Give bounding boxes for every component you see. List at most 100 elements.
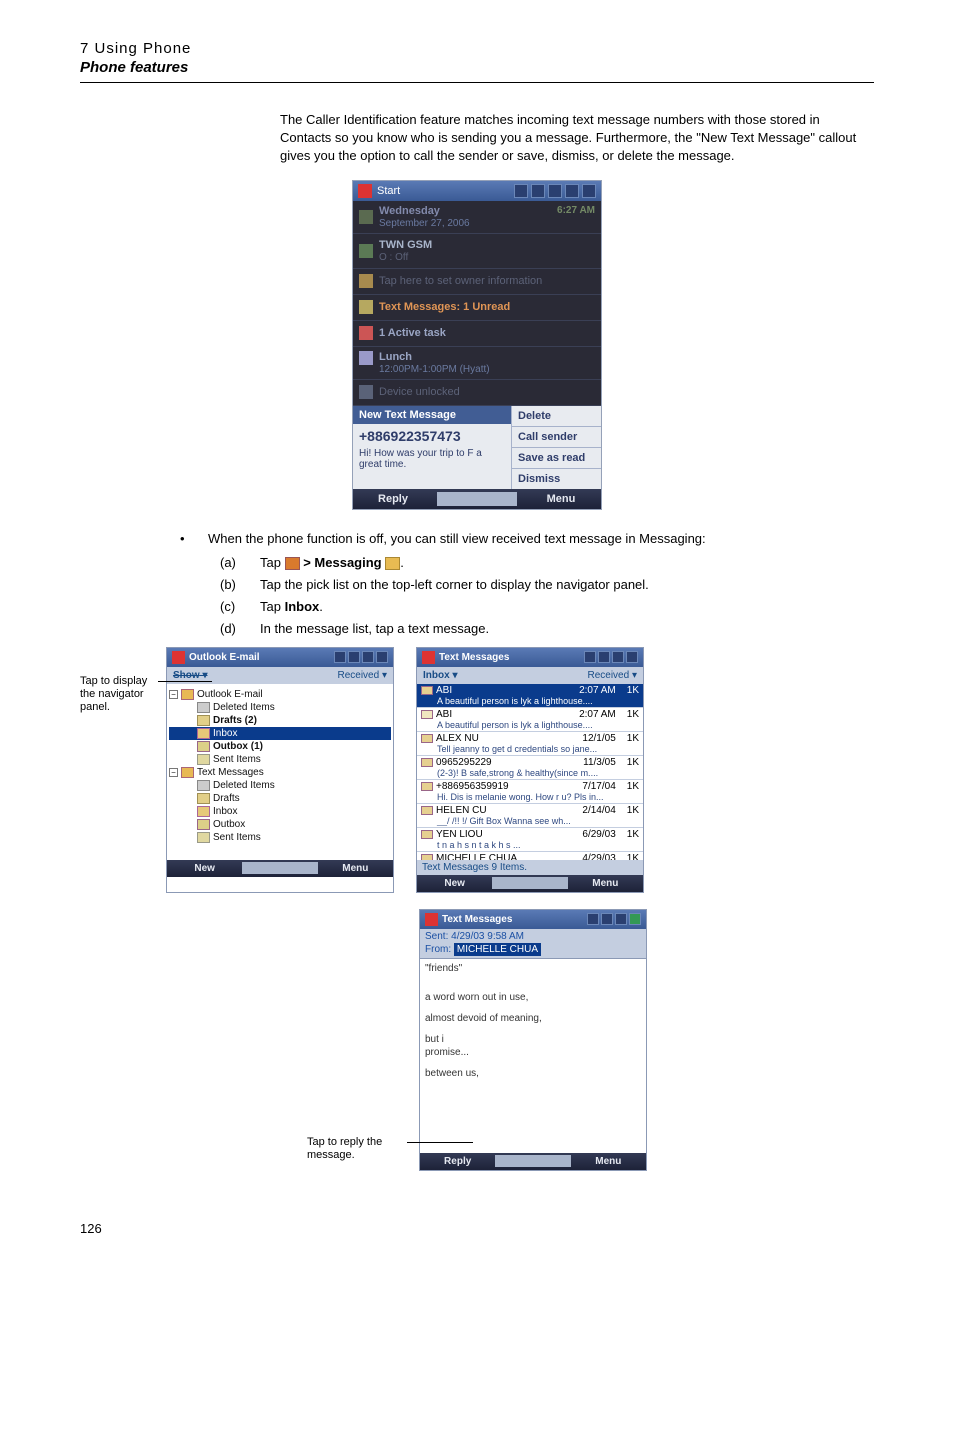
section-heading: 7 Using Phone: [80, 40, 874, 57]
step-a-body: Tap > Messaging .: [260, 554, 874, 572]
bullet-text: When the phone function is off, you can …: [208, 530, 874, 548]
tree-inbox2[interactable]: Inbox: [213, 806, 237, 817]
new-softkey[interactable]: New: [417, 875, 492, 892]
from-link[interactable]: MICHELLE CHUA: [454, 943, 541, 956]
close-icon: [376, 651, 388, 663]
msg-size: 1K: [627, 685, 639, 696]
task-icon: [359, 326, 373, 340]
message-list: ABI2:07 AM1KA beautiful person is lyk a …: [417, 684, 643, 860]
unread-link[interactable]: Text Messages: 1 Unread: [379, 301, 510, 313]
message-icon: [359, 300, 373, 314]
save-as-read-button[interactable]: Save as read: [512, 448, 601, 469]
date-label: September 27, 2006: [379, 218, 470, 229]
envelope-icon: [421, 734, 433, 743]
menu-softkey[interactable]: Menu: [521, 489, 601, 509]
message-item[interactable]: MICHELLE CHUA4/29/031K"friends" a word w…: [417, 852, 643, 860]
msg-preview: Tell jeanny to get d credentials so jane…: [421, 744, 639, 754]
call-sender-button[interactable]: Call sender: [512, 427, 601, 448]
msg-from: ABI: [436, 709, 576, 720]
message-body: "friends" a word worn out in use, almost…: [420, 959, 646, 1153]
section-subtitle: Phone features: [80, 59, 874, 76]
callout-title: New Text Message: [353, 406, 511, 424]
message-item[interactable]: 096529522911/3/051K(2-3)! B safe,strong …: [417, 756, 643, 780]
msg-date: 12/1/05: [582, 733, 615, 744]
message-item[interactable]: ABI2:07 AM1KA beautiful person is lyk a …: [417, 708, 643, 732]
msg-date: 2:07 AM: [579, 709, 616, 720]
task-link[interactable]: 1 Active task: [379, 327, 446, 339]
ok-icon[interactable]: [629, 913, 641, 925]
message-item[interactable]: HELEN CU2/14/041K__/ /!! !/ Gift Box Wan…: [417, 804, 643, 828]
inbox-icon: [197, 806, 210, 817]
msg-size: 1K: [627, 781, 639, 792]
new-softkey[interactable]: New: [167, 860, 242, 877]
tree-sent2[interactable]: Sent Items: [213, 832, 261, 843]
message-item[interactable]: +8869563599197/17/041KHi. Dis is melanie…: [417, 780, 643, 804]
received-sort[interactable]: Received ▾: [337, 670, 387, 681]
envelope-icon: [421, 806, 433, 815]
show-picklist[interactable]: Show ▾: [173, 670, 207, 681]
step-d-body: In the message list, tap a text message.: [260, 620, 874, 638]
menu-softkey[interactable]: Menu: [568, 875, 643, 892]
start-icon: [285, 557, 300, 570]
envelope-icon: [421, 854, 433, 860]
step-a-label: (a): [220, 554, 260, 572]
msg-size: 1K: [627, 853, 639, 860]
received-sort[interactable]: Received ▾: [587, 670, 637, 681]
close-icon: [626, 651, 638, 663]
collapse-icon[interactable]: −: [169, 690, 178, 699]
sent-line: Sent: 4/29/03 9:58 AM: [420, 929, 646, 944]
reply-caption: Tap to reply the message.: [307, 1136, 407, 1162]
time-label: 6:27 AM: [557, 205, 595, 216]
tree-outlook[interactable]: Outlook E-mail: [197, 689, 263, 700]
outlook-title: Outlook E-mail: [189, 652, 260, 663]
menu-softkey[interactable]: Menu: [318, 860, 393, 877]
tree-drafts2[interactable]: Drafts: [213, 793, 240, 804]
owner-info-link[interactable]: Tap here to set owner information: [379, 275, 542, 287]
msg-date: 7/17/04: [582, 781, 615, 792]
antenna-icon: [548, 184, 562, 198]
outlook-tree-shot: Outlook E-mail Show ▾ Received ▾ − Outloo…: [166, 647, 394, 893]
signal-icon: [334, 651, 346, 663]
start-label[interactable]: Start: [377, 185, 400, 197]
day-label: Wednesday: [379, 205, 440, 217]
msg-from: ALEX NU: [436, 733, 579, 744]
text-account-icon: [181, 767, 194, 778]
tree-outbox[interactable]: Outbox (1): [213, 741, 263, 752]
collapse-icon[interactable]: −: [169, 768, 178, 777]
sip-icon[interactable]: [495, 1155, 570, 1167]
deleted-icon: [197, 702, 210, 713]
navigator-caption: Tap to display the navigator panel.: [80, 675, 158, 715]
step-b-body: Tap the pick list on the top-left corner…: [260, 576, 874, 594]
message-item[interactable]: ABI2:07 AM1KA beautiful person is lyk a …: [417, 684, 643, 708]
tree-deleted2[interactable]: Deleted Items: [213, 780, 275, 791]
tree-deleted[interactable]: Deleted Items: [213, 702, 275, 713]
sip-icon[interactable]: [437, 492, 517, 506]
message-item[interactable]: YEN LIOU6/29/031Kt n a h s n t a k h s .…: [417, 828, 643, 852]
reply-softkey[interactable]: Reply: [353, 489, 433, 509]
sip-icon[interactable]: [492, 877, 567, 889]
tree-text[interactable]: Text Messages: [197, 767, 264, 778]
tree-drafts[interactable]: Drafts (2): [213, 715, 257, 726]
msg-from: 0965295229: [436, 757, 580, 768]
step-d-label: (d): [220, 620, 260, 638]
volume-icon: [565, 184, 579, 198]
message-item[interactable]: ALEX NU12/1/051KTell jeanny to get d cre…: [417, 732, 643, 756]
inbox-picklist[interactable]: Inbox ▾: [423, 670, 457, 681]
device-status: Device unlocked: [379, 386, 460, 398]
menu-softkey[interactable]: Menu: [571, 1153, 646, 1170]
signal-icon: [587, 913, 599, 925]
tree-outbox2[interactable]: Outbox: [213, 819, 245, 830]
appt-title[interactable]: Lunch: [379, 351, 412, 363]
sip-icon[interactable]: [242, 862, 317, 874]
delete-button[interactable]: Delete: [512, 406, 601, 427]
sent-icon: [197, 832, 210, 843]
tree-sent[interactable]: Sent Items: [213, 754, 261, 765]
envelope-icon: [421, 710, 433, 719]
dismiss-button[interactable]: Dismiss: [512, 469, 601, 489]
volume-icon: [612, 651, 624, 663]
volume-icon: [615, 913, 627, 925]
reply-softkey[interactable]: Reply: [420, 1153, 495, 1170]
msg-size: 1K: [627, 757, 639, 768]
carrier-label: TWN GSM: [379, 239, 432, 251]
tree-inbox[interactable]: Inbox: [213, 728, 237, 739]
